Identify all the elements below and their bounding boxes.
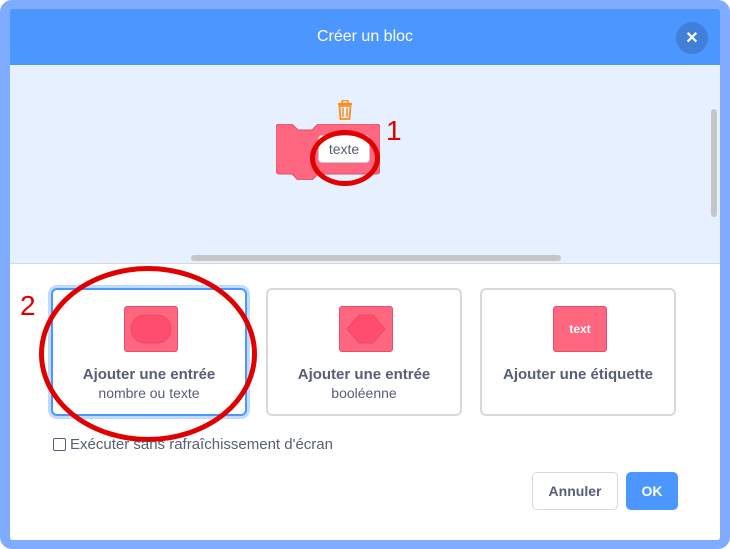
option-subtitle: booléenne [331,385,397,401]
option-title: Ajouter une entrée [297,366,431,383]
run-without-refresh-row[interactable]: Exécuter sans rafraîchissement d'écran [53,436,333,453]
close-icon: ✕ [685,30,699,47]
run-without-refresh-checkbox[interactable] [53,438,66,451]
horizontal-scrollbar[interactable] [191,255,561,261]
annotation-marker-1: 1 [386,115,402,146]
trash-icon[interactable] [336,100,354,120]
annotation-circle-1 [310,130,380,186]
dialog-header: Créer un bloc ✕ [10,9,720,65]
annotation-marker-2: 2 [20,290,36,321]
add-label-option[interactable]: text Ajouter une étiquette [480,288,676,416]
close-button[interactable]: ✕ [676,22,708,54]
cancel-button[interactable]: Annuler [532,472,618,510]
ok-button[interactable]: OK [626,472,678,510]
label-icon: text [553,306,607,352]
boolean-input-icon [339,306,393,352]
add-boolean-input-option[interactable]: Ajouter une entrée booléenne [266,288,462,416]
option-title: Ajouter une étiquette [502,366,653,383]
vertical-scrollbar[interactable] [711,109,717,217]
divider [10,263,720,264]
run-without-refresh-label: Exécuter sans rafraîchissement d'écran [70,436,333,453]
make-block-dialog: Créer un bloc ✕ texte 1 Ajouter une entr… [0,0,730,549]
annotation-circle-2 [39,266,257,442]
label-icon-text: text [569,322,591,336]
dialog-title: Créer un bloc [316,28,414,45]
